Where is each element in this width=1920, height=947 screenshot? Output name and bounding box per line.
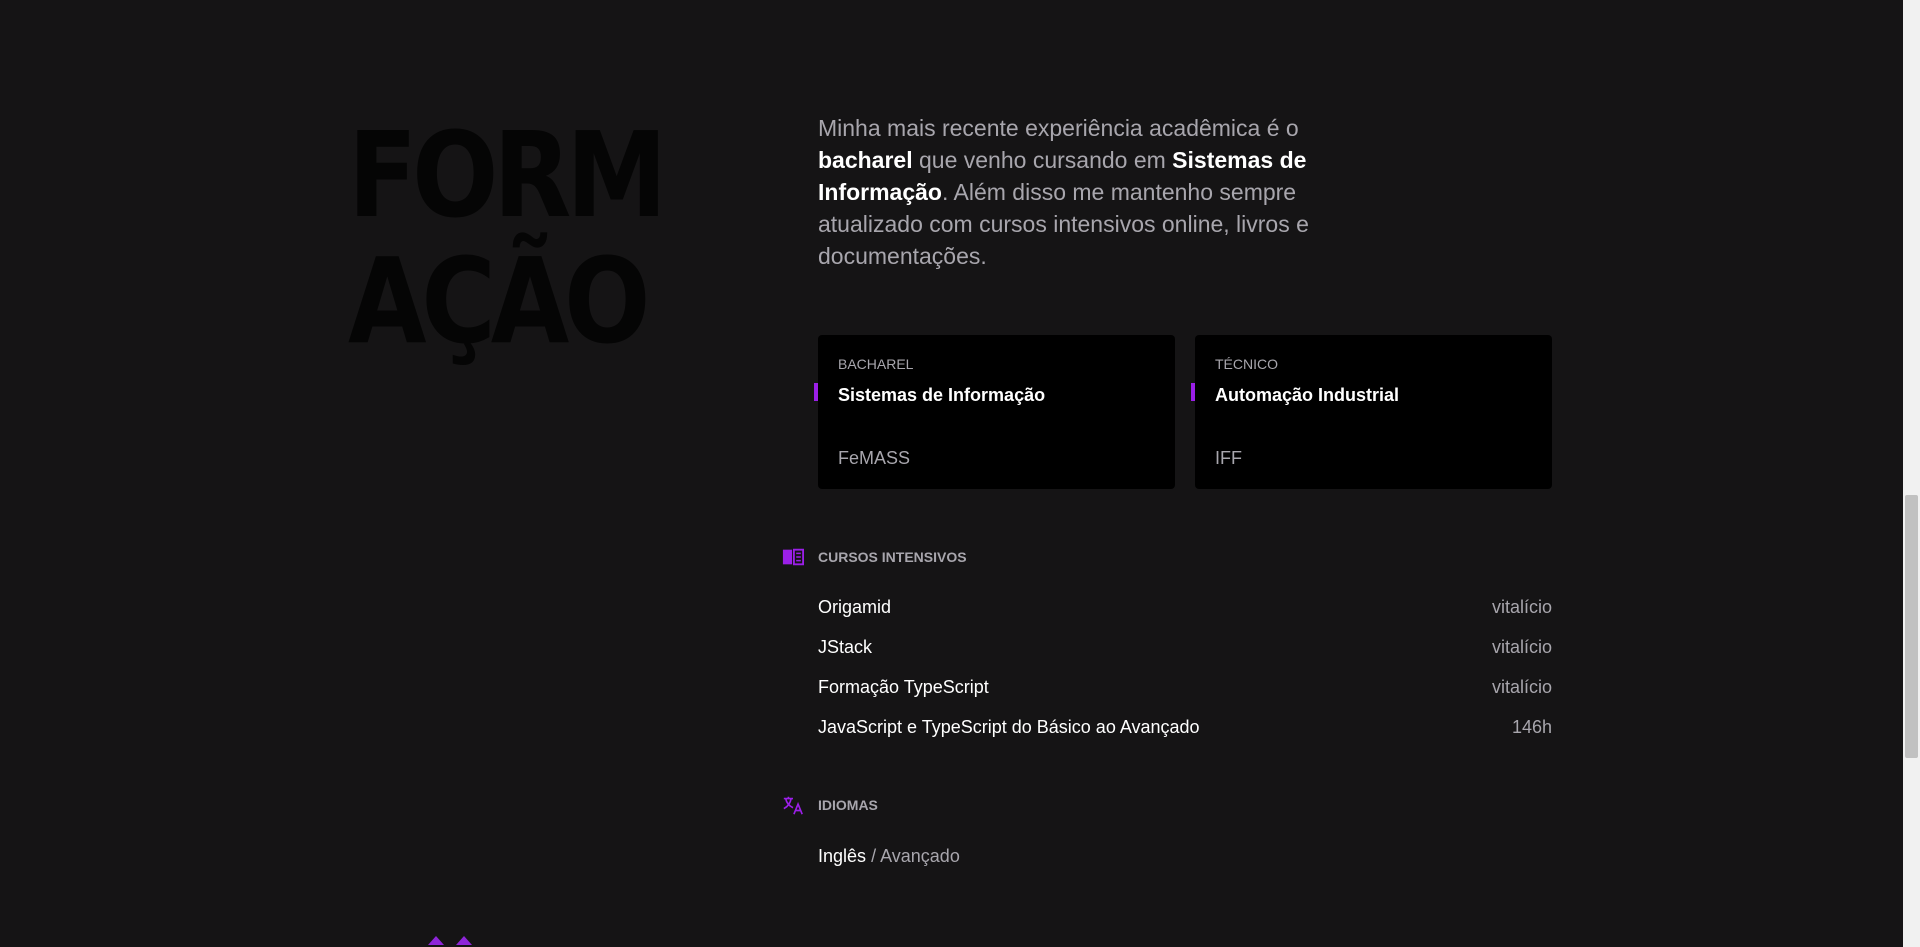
page-scrollbar[interactable] [1903, 0, 1920, 947]
degree-title: Sistemas de Informação [838, 385, 1046, 405]
degree-institution: IFF [1215, 448, 1242, 468]
scrollbar-thumb[interactable] [1905, 495, 1918, 758]
language-separator: / [871, 846, 877, 866]
languages-heading: IDIOMAS [782, 794, 878, 816]
course-name: Origamid [818, 597, 892, 617]
next-section-decoration [428, 936, 472, 945]
course-duration: vitalício [1491, 677, 1552, 697]
courses-heading-label: CURSOS INTENSIVOS [818, 549, 967, 565]
degree-institution: FeMASS [838, 448, 911, 468]
intro-paragraph: Minha mais recente experiência acadêmica… [818, 112, 1378, 272]
translate-icon [783, 796, 803, 815]
section-title: FORM AÇÃO [348, 106, 667, 370]
course-name: JavaScript e TypeScript do Básico ao Ava… [818, 717, 1200, 737]
language-level: Avançado [880, 846, 960, 866]
list-item: Origamid vitalício [818, 594, 1552, 634]
degree-card-bacharel: BACHAREL Sistemas de Informação FeMASS [814, 335, 1175, 489]
course-duration: 146h [1511, 717, 1552, 737]
list-item: JavaScript e TypeScript do Básico ao Ava… [818, 714, 1552, 754]
languages-heading-label: IDIOMAS [818, 797, 878, 813]
language-name: Inglês [818, 846, 867, 866]
accent-bar [814, 383, 818, 401]
course-duration: vitalício [1491, 637, 1552, 657]
degree-title: Automação Industrial [1215, 385, 1400, 405]
course-name: JStack [818, 637, 873, 657]
section-title-line-2: AÇÃO [348, 232, 650, 370]
intro-text-2: que venho cursando em [912, 147, 1173, 173]
language-item: Inglês / Avançado [818, 843, 960, 869]
courses-heading: CURSOS INTENSIVOS [782, 546, 967, 568]
degree-cards: BACHAREL Sistemas de Informação FeMASS T… [814, 335, 1552, 489]
course-duration: vitalício [1491, 597, 1552, 617]
book-icon [782, 548, 804, 566]
chevron-up-icon [456, 936, 472, 945]
degree-card-tecnico: TÉCNICO Automação Industrial IFF [1191, 335, 1552, 489]
degree-type: TÉCNICO [1215, 356, 1278, 372]
degree-type: BACHAREL [838, 356, 914, 372]
accent-bar [1191, 383, 1195, 401]
list-item: JStack vitalício [818, 634, 1552, 674]
section-title-line-1: FORM [348, 106, 667, 244]
intro-highlight-bacharel: bacharel [818, 147, 913, 173]
chevron-up-icon [428, 936, 444, 945]
courses-list: Origamid vitalício JStack vitalício Form… [818, 594, 1552, 754]
list-item: Formação TypeScript vitalício [818, 674, 1552, 714]
formacao-section: FORM AÇÃO Minha mais recente experiência… [0, 0, 1903, 947]
course-name: Formação TypeScript [818, 677, 989, 697]
intro-text-1: Minha mais recente experiência acadêmica… [818, 115, 1299, 141]
